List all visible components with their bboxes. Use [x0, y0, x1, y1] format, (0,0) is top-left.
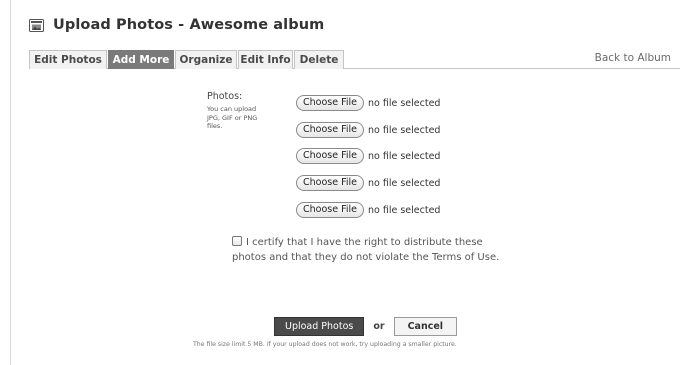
- choose-file-button[interactable]: Choose File: [296, 175, 364, 191]
- file-size-note: The file size limit 5 MB. If your upload…: [193, 341, 457, 348]
- page-header: Upload Photos - Awesome album: [29, 17, 324, 33]
- photos-help-text: You can upload JPG, GIF or PNG files.: [207, 105, 258, 130]
- tab-bar: Edit Photos Add More Organize Edit Info …: [29, 50, 680, 69]
- file-input-row: Choose File no file selected: [296, 95, 440, 111]
- form-actions: Upload Photos or Cancel: [274, 317, 458, 336]
- file-input-row: Choose File no file selected: [296, 148, 440, 164]
- tab-organize[interactable]: Organize: [175, 50, 237, 69]
- tab-edit-info[interactable]: Edit Info: [238, 50, 293, 69]
- certify-checkbox[interactable]: [232, 236, 242, 246]
- choose-file-button[interactable]: Choose File: [296, 202, 364, 218]
- file-status: no file selected: [368, 204, 441, 216]
- or-separator: or: [373, 321, 385, 332]
- back-to-album-link[interactable]: Back to Album: [595, 52, 671, 64]
- certify-text: I certify that I have the right to distr…: [232, 237, 500, 263]
- file-status: no file selected: [368, 177, 441, 189]
- photos-label: Photos:: [207, 91, 243, 102]
- file-status: no file selected: [368, 150, 441, 162]
- file-input-row: Choose File no file selected: [296, 122, 440, 138]
- upload-photos-panel: Upload Photos - Awesome album Edit Photo…: [10, 0, 680, 365]
- tab-edit-photos[interactable]: Edit Photos: [29, 50, 107, 69]
- file-status: no file selected: [368, 97, 441, 109]
- file-status: no file selected: [368, 124, 441, 136]
- choose-file-button[interactable]: Choose File: [296, 148, 364, 164]
- tab-add-more[interactable]: Add More: [108, 50, 174, 69]
- file-input-row: Choose File no file selected: [296, 175, 440, 191]
- page-title: Upload Photos - Awesome album: [53, 17, 325, 33]
- upload-photos-button[interactable]: Upload Photos: [274, 317, 365, 336]
- photo-album-icon: [29, 18, 44, 32]
- tab-delete[interactable]: Delete: [294, 50, 344, 69]
- choose-file-button[interactable]: Choose File: [296, 95, 364, 111]
- choose-file-button[interactable]: Choose File: [296, 122, 364, 138]
- file-input-row: Choose File no file selected: [296, 202, 440, 218]
- certify-statement: I certify that I have the right to distr…: [232, 235, 502, 265]
- cancel-button[interactable]: Cancel: [393, 317, 458, 336]
